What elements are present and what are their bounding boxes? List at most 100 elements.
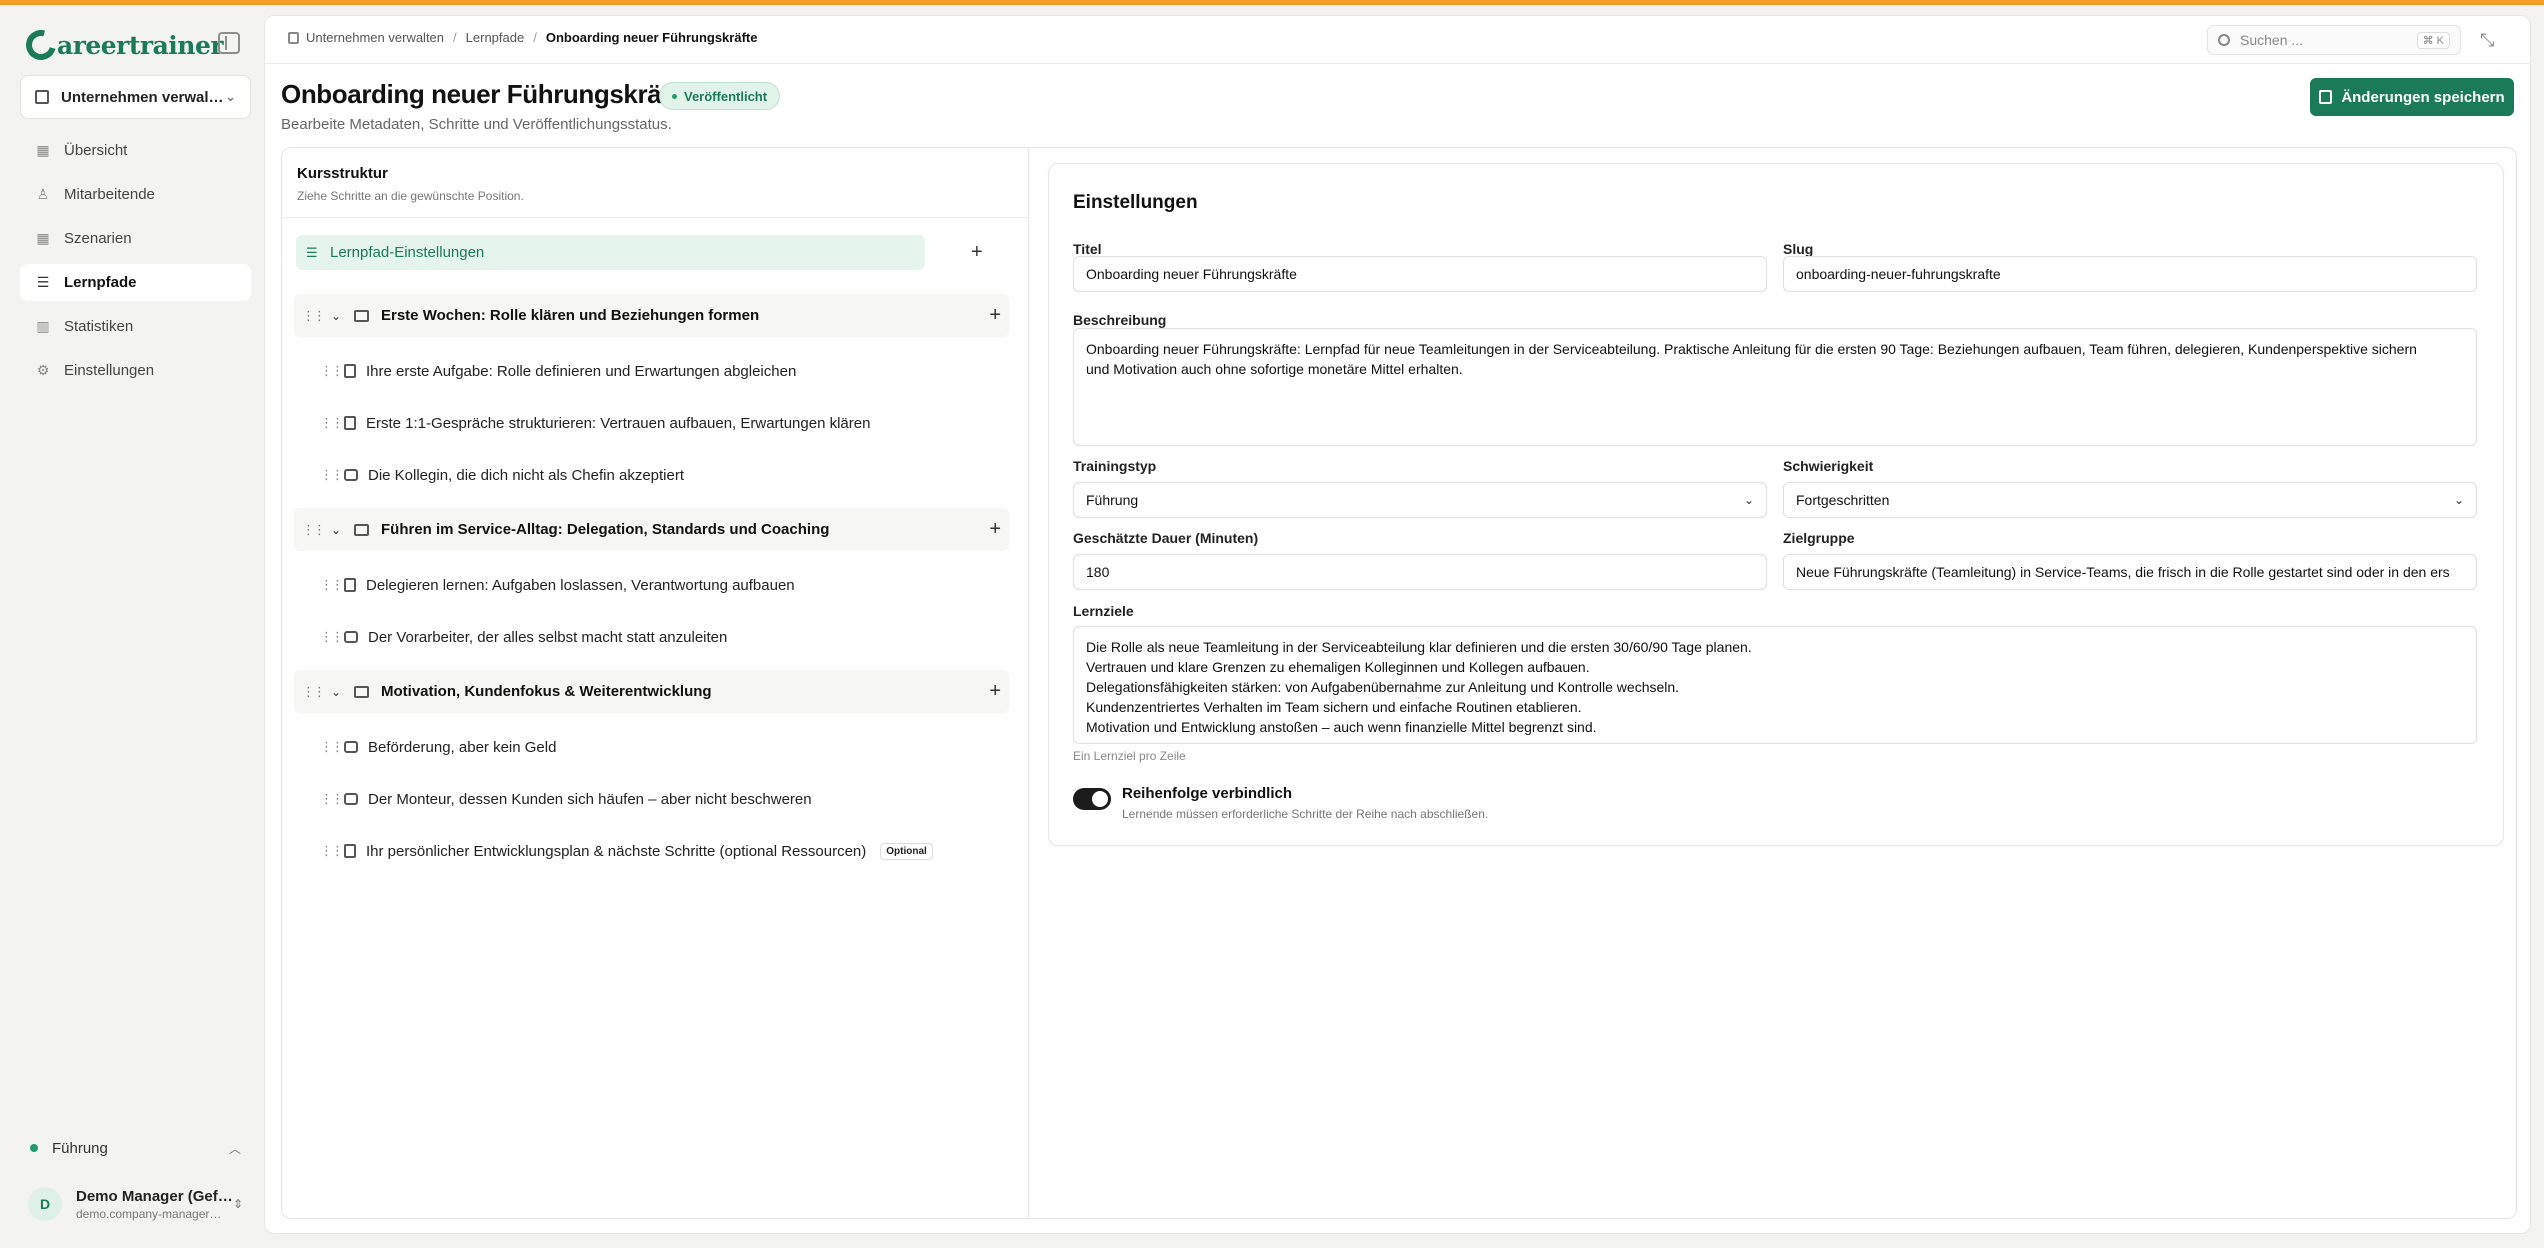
step-label: Ihr persönlicher Entwicklungsplan & näch…: [366, 842, 867, 860]
training-type-select[interactable]: Führung ⌄: [1073, 482, 1767, 518]
section-row[interactable]: ⋮⋮ ⌄ Motivation, Kundenfokus & Weiterent…: [294, 670, 1009, 713]
save-button[interactable]: Änderungen speichern: [2310, 78, 2514, 116]
logo[interactable]: areertrainer: [20, 24, 224, 66]
step-row[interactable]: ⋮⋮ Ihr persönlicher Entwicklungsplan & n…: [310, 831, 1000, 871]
toggle-knob: [1092, 791, 1108, 807]
document-icon: [344, 364, 356, 378]
sidebar-item-lernpfade[interactable]: ☰ Lernpfade: [20, 264, 251, 301]
goals-label: Lernziele: [1073, 603, 1134, 619]
order-toggle-title: Reihenfolge verbindlich: [1122, 785, 1293, 802]
chevron-down-icon[interactable]: ⌄: [324, 523, 348, 537]
user-menu[interactable]: D Demo Manager (Gef… demo.company-manage…: [20, 1177, 251, 1231]
drag-handle-icon[interactable]: ⋮⋮: [320, 739, 344, 755]
drag-handle-icon[interactable]: ⋮⋮: [302, 308, 326, 324]
drag-handle-icon[interactable]: ⋮⋮: [320, 577, 344, 593]
status-dot: [672, 93, 677, 99]
grid-icon: ▦: [36, 230, 50, 246]
search-icon: [2218, 34, 2230, 46]
search-input[interactable]: Suchen ... ⌘ K: [2207, 25, 2461, 55]
drag-handle-icon[interactable]: ⋮⋮: [320, 363, 344, 379]
chevron-updown-icon: ⇕: [232, 1197, 243, 1211]
chat-icon: [344, 469, 358, 481]
avatar: D: [28, 1187, 62, 1221]
chevron-down-icon[interactable]: ⌄: [324, 309, 348, 323]
difficulty-label: Schwierigkeit: [1783, 458, 1874, 474]
title-field[interactable]: Onboarding neuer Führungskräfte: [1073, 256, 1767, 292]
difficulty-select[interactable]: Fortgeschritten ⌄: [1783, 482, 2477, 518]
goals-textarea[interactable]: Die Rolle als neue Teamleitung in der Se…: [1073, 626, 2477, 744]
team-switcher[interactable]: Führung ︿: [20, 1133, 251, 1163]
chevron-down-icon[interactable]: ⌄: [324, 685, 348, 699]
drag-handle-icon[interactable]: ⋮⋮: [320, 629, 344, 645]
breadcrumb-separator: /: [533, 30, 537, 45]
step-row[interactable]: ⋮⋮ Delegieren lernen: Aufgaben loslassen…: [310, 565, 1000, 605]
goal-line: Delegationsfähigkeiten stärken: von Aufg…: [1086, 679, 1680, 695]
training-type-label: Trainingstyp: [1073, 458, 1157, 474]
order-toggle[interactable]: [1073, 788, 1111, 810]
sidebar-item-szenarien[interactable]: ▦ Szenarien: [20, 220, 251, 257]
chat-icon: [344, 631, 358, 643]
step-label: Delegieren lernen: Aufgaben loslassen, V…: [366, 576, 795, 594]
sidebar-item-uebersicht[interactable]: ▦ Übersicht: [20, 132, 251, 169]
sidebar-item-mitarbeitende[interactable]: ♙ Mitarbeitende: [20, 176, 251, 213]
drag-handle-icon[interactable]: ⋮⋮: [320, 415, 344, 431]
chart-icon: ▥: [36, 318, 50, 334]
drag-handle-icon[interactable]: ⋮⋮: [320, 791, 344, 807]
step-row[interactable]: ⋮⋮ Ihre erste Aufgabe: Rolle definieren …: [310, 351, 1000, 391]
sidebar-item-label: Übersicht: [64, 142, 128, 159]
breadcrumb-item[interactable]: Lernpfade: [466, 30, 525, 45]
step-row[interactable]: ⋮⋮ Beförderung, aber kein Geld: [310, 727, 1000, 767]
section-row[interactable]: ⋮⋮ ⌄ Führen im Service-Alltag: Delegatio…: [294, 508, 1009, 551]
section-title: Erste Wochen: Rolle klären und Beziehung…: [381, 307, 760, 324]
collapse-icon[interactable]: ⤡: [2480, 30, 2494, 51]
add-step-button[interactable]: +: [989, 304, 1001, 327]
team-label: Führung: [52, 1139, 108, 1157]
top-accent-line: [0, 0, 2544, 5]
page-title: Onboarding neuer Führungskräfte: [281, 79, 692, 109]
sidebar: areertrainer Unternehmen verwalt… ⌄ ▦ Üb…: [0, 5, 262, 1248]
step-row[interactable]: ⋮⋮ Die Kollegin, die dich nicht als Chef…: [310, 455, 1000, 495]
course-structure-title: Kursstruktur: [297, 165, 388, 182]
drag-handle-icon[interactable]: ⋮⋮: [320, 467, 344, 483]
step-label: Beförderung, aber kein Geld: [368, 738, 557, 756]
sidebar-nav: ▦ Übersicht ♙ Mitarbeitende ▦ Szenarien …: [20, 132, 251, 396]
folder-icon: [354, 523, 369, 536]
slug-label: Slug: [1783, 241, 1814, 257]
drag-handle-icon[interactable]: ⋮⋮: [302, 522, 326, 538]
add-step-button[interactable]: +: [989, 518, 1001, 541]
audience-field[interactable]: Neue Führungskräfte (Teamleitung) in Ser…: [1783, 554, 2477, 590]
add-step-button[interactable]: +: [989, 680, 1001, 703]
slug-field[interactable]: onboarding-neuer-fuhrungskrafte: [1783, 256, 2477, 292]
breadcrumb: Unternehmen verwalten / Lernpfade / Onbo…: [288, 30, 757, 45]
sidebar-item-label: Statistiken: [64, 318, 134, 335]
drag-handle-icon[interactable]: ⋮⋮: [302, 684, 326, 700]
settings-panel: Einstellungen Titel Onboarding neuer Füh…: [1030, 148, 2516, 1218]
sidebar-item-label: Mitarbeitende: [64, 186, 155, 203]
title-label: Titel: [1073, 241, 1102, 257]
learning-path-settings-item[interactable]: ☰ Lernpfad-Einstellungen: [296, 235, 925, 270]
organization-selector[interactable]: Unternehmen verwalt… ⌄: [20, 75, 251, 119]
sliders-icon: ☰: [306, 244, 318, 260]
sidebar-item-einstellungen[interactable]: ⚙ Einstellungen: [20, 352, 251, 389]
learning-path-settings-label: Lernpfad-Einstellungen: [330, 244, 485, 261]
breadcrumb-item[interactable]: Unternehmen verwalten: [306, 30, 444, 45]
step-row[interactable]: ⋮⋮ Der Vorarbeiter, der alles selbst mac…: [310, 617, 1000, 657]
drag-handle-icon[interactable]: ⋮⋮: [320, 843, 344, 859]
step-row[interactable]: ⋮⋮ Der Monteur, dessen Kunden sich häufe…: [310, 779, 1000, 819]
status-label: Veröffentlicht: [684, 88, 768, 104]
duration-field[interactable]: 180: [1073, 554, 1767, 590]
add-section-button[interactable]: +: [971, 242, 983, 262]
sidebar-toggle-icon[interactable]: [218, 32, 240, 54]
section-row[interactable]: ⋮⋮ ⌄ Erste Wochen: Rolle klären und Bezi…: [294, 294, 1009, 337]
description-textarea[interactable]: Onboarding neuer Führungskräfte: Lernpfa…: [1073, 328, 2477, 446]
search-shortcut: ⌘ K: [2416, 31, 2450, 49]
save-icon: [2319, 90, 2333, 104]
sidebar-item-label: Lernpfade: [64, 274, 137, 291]
step-row[interactable]: ⋮⋮ Erste 1:1-Gespräche strukturieren: Ve…: [310, 403, 1000, 443]
gear-icon: ⚙: [36, 362, 50, 378]
step-label: Die Kollegin, die dich nicht als Chefin …: [368, 466, 685, 484]
breadcrumb-separator: /: [453, 30, 457, 45]
folder-icon: [354, 685, 369, 698]
sidebar-item-statistiken[interactable]: ▥ Statistiken: [20, 308, 251, 345]
building-icon: [288, 31, 299, 44]
